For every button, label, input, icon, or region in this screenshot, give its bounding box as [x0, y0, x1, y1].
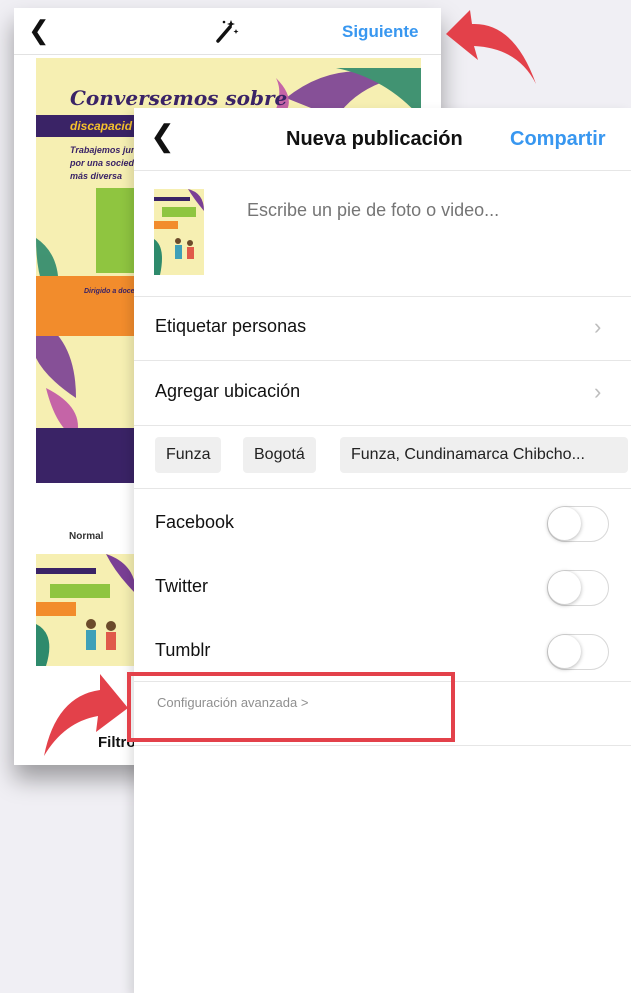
back-chevron-icon[interactable]: ❮	[150, 122, 175, 152]
facebook-label: Facebook	[155, 512, 235, 532]
tumblr-label: Tumblr	[155, 640, 211, 660]
toggle-knob	[548, 571, 581, 604]
location-chip[interactable]: Funza	[155, 437, 222, 473]
poster-title: Conversemos sobre	[70, 86, 288, 110]
add-location-row[interactable]: Agregar ubicación ›	[134, 361, 631, 426]
share-facebook-row: Facebook	[134, 489, 631, 553]
share-button[interactable]: Compartir	[510, 128, 606, 151]
share-twitter-row: Twitter	[134, 553, 631, 617]
twitter-toggle[interactable]	[547, 570, 609, 606]
location-chip[interactable]: Bogotá	[243, 437, 316, 473]
magic-wand-icon[interactable]	[214, 19, 240, 48]
caption-row	[134, 170, 631, 297]
twitter-label: Twitter	[155, 576, 209, 596]
filter-name-label: Normal	[69, 531, 104, 542]
annotation-arrow-icon	[446, 10, 536, 84]
post-thumbnail-art	[154, 189, 204, 275]
chevron-right-icon: ›	[594, 314, 602, 339]
location-suggestions: Funza Bogotá Funza, Cundinamarca Chibcho…	[134, 426, 631, 489]
location-chip[interactable]: Funza, Cundinamarca Chibcho...	[340, 437, 628, 473]
page-title: Nueva publicación	[286, 128, 463, 150]
post-thumbnail	[154, 189, 204, 275]
annotation-arrow-icon	[44, 674, 128, 756]
filter-top-bar: ❮ Siguiente	[14, 8, 441, 55]
tag-people-label: Etiquetar personas	[155, 316, 307, 336]
facebook-toggle[interactable]	[547, 506, 609, 542]
thumbnail-art	[36, 554, 136, 666]
highlight-box	[127, 672, 455, 742]
add-location-label: Agregar ubicación	[155, 381, 301, 401]
new-post-screen: ❮ Nueva publicación Compartir Etiquetar …	[134, 108, 631, 993]
chevron-right-icon: ›	[594, 379, 602, 404]
tag-people-row[interactable]: Etiquetar personas ›	[134, 296, 631, 361]
tumblr-toggle[interactable]	[547, 634, 609, 670]
toggle-knob	[548, 635, 581, 668]
next-button[interactable]: Siguiente	[342, 22, 419, 42]
new-post-header: ❮ Nueva publicación Compartir	[134, 108, 631, 171]
filter-thumbnail-normal[interactable]	[36, 554, 136, 666]
toggle-knob	[548, 507, 581, 540]
back-chevron-icon[interactable]: ❮	[28, 17, 50, 43]
caption-input[interactable]	[247, 200, 617, 221]
